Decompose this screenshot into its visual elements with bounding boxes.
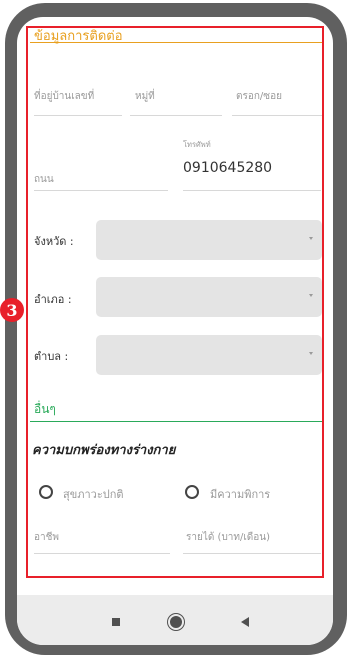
back-icon[interactable]: [235, 612, 255, 632]
step-marker: 3: [0, 298, 24, 322]
highlight-box: [26, 26, 324, 578]
home-icon[interactable]: [166, 612, 186, 632]
recent-apps-icon[interactable]: [106, 612, 126, 632]
